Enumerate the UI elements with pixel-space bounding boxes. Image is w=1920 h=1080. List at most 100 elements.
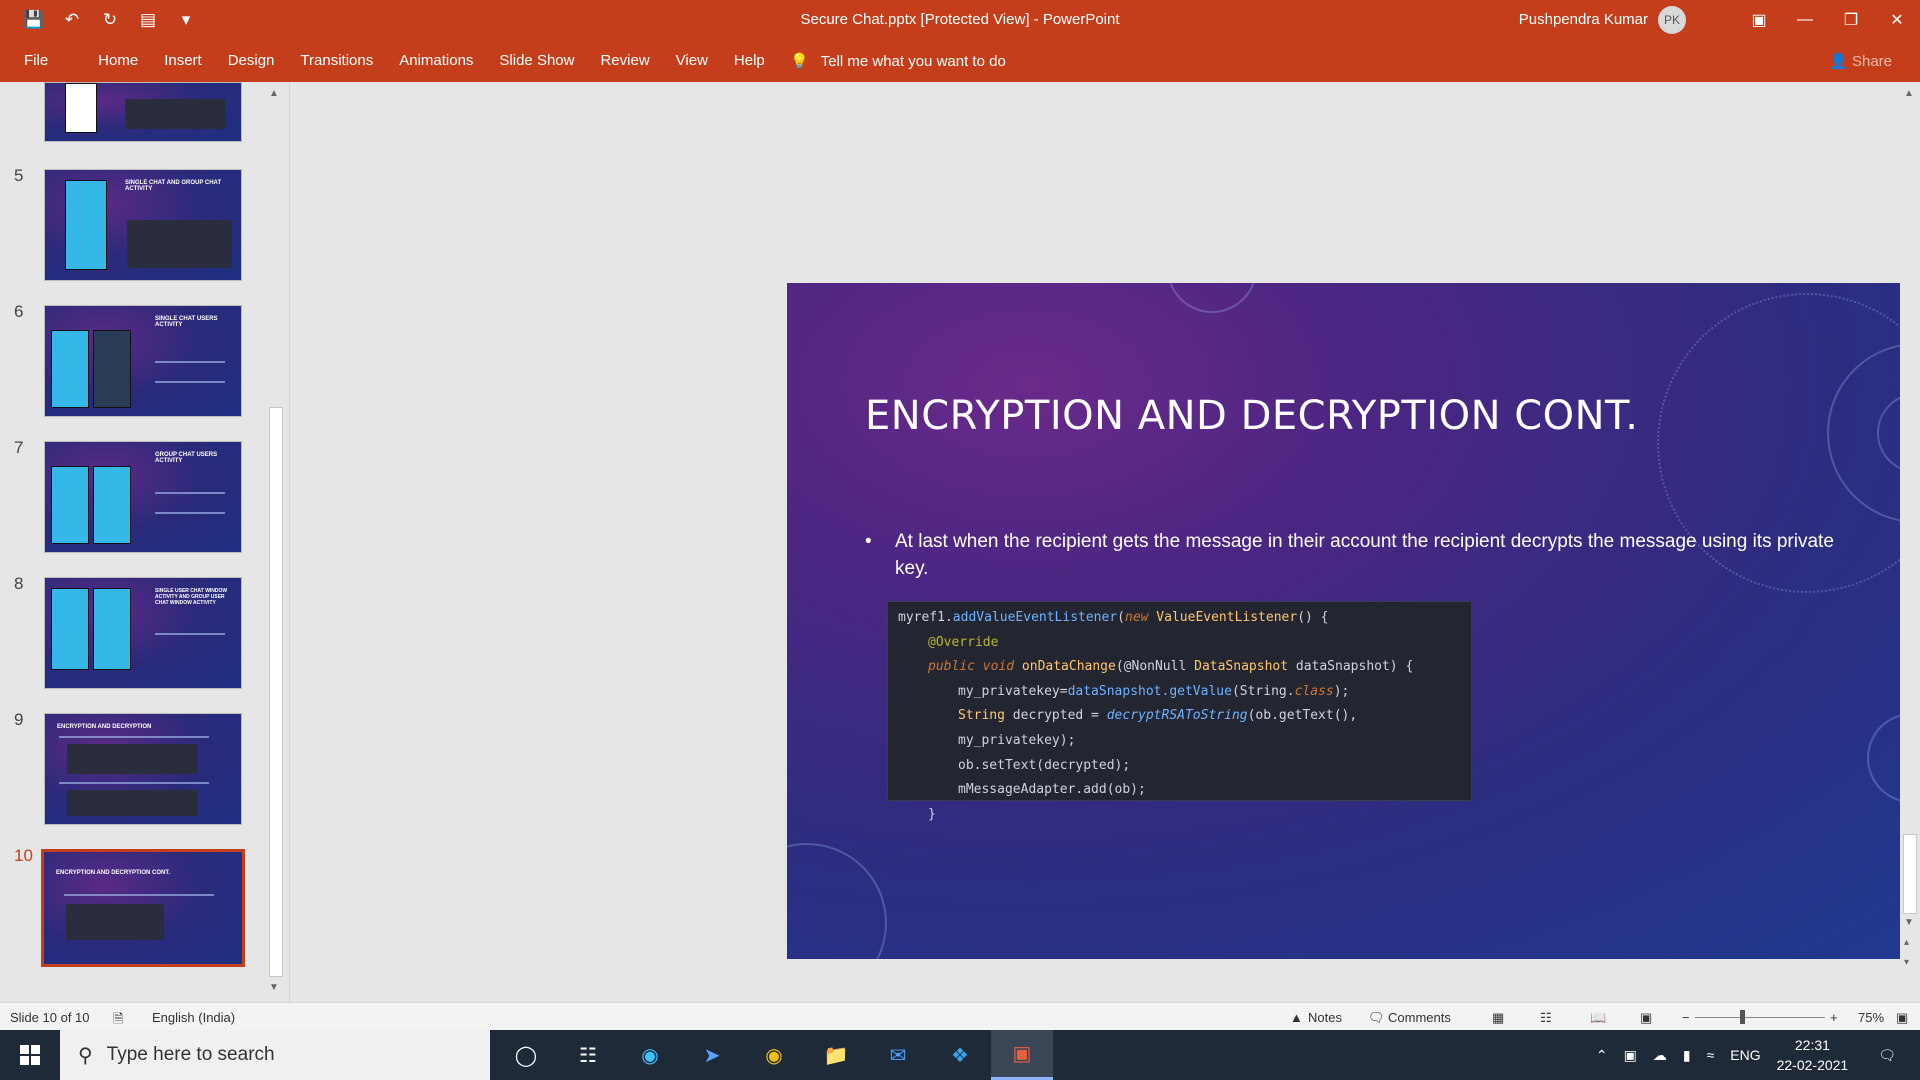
title-bar: 💾 ↶ ↻ ▤ ▾ Secure Chat.pptx [Protected Vi… (0, 0, 1920, 40)
slide-editor: ENCRYPTION AND DECRYPTION CONT. • At las… (291, 82, 1920, 1002)
fit-slide-icon[interactable]: ▣ (1896, 1010, 1908, 1026)
slide-thumbnail-9[interactable]: ENCRYPTION AND DECRYPTION (44, 713, 242, 825)
notes-icon[interactable]: ▲ (1290, 1010, 1303, 1025)
scroll-down-icon[interactable]: ▼ (269, 982, 279, 993)
search-icon: ⚲ (78, 1044, 93, 1067)
slide-bullet[interactable]: • At last when the recipient gets the me… (865, 528, 1865, 582)
chrome-icon[interactable]: ◉ (743, 1030, 805, 1080)
scroll-down-icon[interactable]: ▼ (1904, 917, 1914, 928)
comments-button[interactable]: Comments (1388, 1010, 1451, 1025)
system-tray: ⌃ ▣ ☁ ▮ ≈ ENG 22:31 22-02-2021 🗨 (1596, 1030, 1920, 1080)
ribbon-tabs: File Home Insert Design Transitions Anim… (24, 52, 791, 69)
thumbnail-number: 8 (14, 574, 24, 593)
tab-animations[interactable]: Animations (399, 52, 473, 69)
thumbnail-number: 7 (14, 438, 24, 457)
scroll-up-icon[interactable]: ▲ (269, 88, 279, 99)
bullet-text: At last when the recipient gets the mess… (895, 531, 1834, 579)
user-name[interactable]: Pushpendra Kumar (1519, 11, 1648, 28)
thumbnail-title: SINGLE CHAT USERS ACTIVITY (155, 316, 218, 328)
visual-studio-icon[interactable]: ➤ (681, 1030, 743, 1080)
clock-time: 22:31 (1794, 1037, 1830, 1053)
minimize-button[interactable]: — (1782, 0, 1828, 40)
vscode-icon[interactable]: ❖ (929, 1030, 991, 1080)
thumbnail-number: 9 (14, 710, 24, 729)
thumbnail-title: ENCRYPTION AND DECRYPTION CONT. (56, 870, 171, 876)
zoom-in-icon[interactable]: + (1830, 1010, 1838, 1025)
windows-start-icon[interactable] (0, 1030, 60, 1080)
thumbnail-title: GROUP CHAT USERS ACTIVITY (155, 452, 218, 464)
tab-file[interactable]: File (24, 52, 48, 69)
meet-now-icon[interactable]: ▣ (1624, 1047, 1637, 1064)
tab-help[interactable]: Help (734, 52, 765, 69)
scrollbar-thumb[interactable] (269, 407, 283, 977)
tab-slide-show[interactable]: Slide Show (499, 52, 574, 69)
mail-icon[interactable]: ✉ (867, 1030, 929, 1080)
slide-scrollbar[interactable]: ▲ ▼ ▴ ▾ (1900, 82, 1920, 1002)
zoom-slider-handle[interactable] (1740, 1010, 1745, 1024)
onedrive-icon[interactable]: ☁ (1653, 1047, 1667, 1064)
thumbnail-title: SINGLE CHAT AND GROUP CHAT ACTIVITY (125, 180, 222, 192)
previous-slide-icon[interactable]: ▴ (1904, 937, 1909, 948)
notifications-icon[interactable]: 🗨 (1878, 1047, 1896, 1064)
status-bar: Slide 10 of 10 🗎 English (India) ▲ Notes… (0, 1002, 1920, 1030)
cortana-icon[interactable]: ◯ (495, 1030, 557, 1080)
tell-me-search[interactable]: 💡 Tell me what you want to do (790, 52, 1006, 71)
lightbulb-icon: 💡 (790, 53, 809, 70)
zoom-level[interactable]: 75% (1858, 1010, 1884, 1025)
slide-sorter-icon[interactable]: ☷ (1540, 1010, 1552, 1026)
tab-home[interactable]: Home (98, 52, 138, 69)
normal-view-icon[interactable]: ▦ (1492, 1010, 1504, 1026)
slide-thumbnail-6[interactable]: SINGLE CHAT USERS ACTIVITY (44, 305, 242, 417)
edge-icon[interactable]: ◉ (619, 1030, 681, 1080)
thumbnail-number: 6 (14, 302, 24, 321)
task-view-icon[interactable]: ☷ (557, 1030, 619, 1080)
tell-me-label: Tell me what you want to do (820, 52, 1006, 70)
taskbar-search-input[interactable]: ⚲ Type here to search (60, 1030, 490, 1080)
avatar[interactable]: PK (1658, 6, 1686, 34)
slide-thumbnail-5[interactable]: SINGLE CHAT AND GROUP CHAT ACTIVITY (44, 169, 242, 281)
file-explorer-icon[interactable]: 📁 (805, 1030, 867, 1080)
share-label: Share (1851, 53, 1892, 70)
zoom-slider[interactable] (1695, 1017, 1825, 1018)
battery-icon[interactable]: ▮ (1683, 1047, 1691, 1064)
language-indicator[interactable]: English (India) (152, 1010, 235, 1025)
powerpoint-icon[interactable]: ▣ (991, 1030, 1053, 1080)
thumbnail-number: 10 (14, 846, 33, 865)
ribbon-display-options-icon[interactable]: ▣ (1736, 0, 1782, 40)
tab-design[interactable]: Design (228, 52, 275, 69)
slide-title[interactable]: ENCRYPTION AND DECRYPTION CONT. (865, 393, 1638, 439)
thumbnail-number: 5 (14, 166, 24, 185)
slide-thumbnail-pane: 5 SINGLE CHAT AND GROUP CHAT ACTIVITY 6 … (0, 82, 290, 1002)
clock[interactable]: 22:31 22-02-2021 (1777, 1035, 1849, 1075)
current-slide[interactable]: ENCRYPTION AND DECRYPTION CONT. • At las… (787, 283, 1920, 959)
tab-transitions[interactable]: Transitions (300, 52, 373, 69)
notes-button[interactable]: Notes (1308, 1010, 1342, 1025)
scrollbar-thumb[interactable] (1903, 834, 1917, 914)
next-slide-icon[interactable]: ▾ (1904, 957, 1909, 968)
restore-button[interactable]: ❐ (1828, 0, 1874, 40)
wifi-icon[interactable]: ≈ (1707, 1047, 1715, 1063)
comments-icon[interactable]: 🗨 (1368, 1010, 1385, 1026)
show-hidden-icons-icon[interactable]: ⌃ (1596, 1047, 1608, 1064)
slideshow-view-icon[interactable]: ▣ (1640, 1010, 1652, 1026)
close-button[interactable]: ✕ (1874, 0, 1920, 40)
code-screenshot: myref1.addValueEventListener(new ValueEv… (887, 601, 1472, 822)
input-language[interactable]: ENG (1730, 1047, 1760, 1063)
tab-insert[interactable]: Insert (164, 52, 202, 69)
reading-view-icon[interactable]: 📖 (1590, 1010, 1606, 1026)
share-button[interactable]: 👤 Share (1829, 52, 1892, 70)
thumbnail-scrollbar[interactable]: ▲ ▼ (266, 82, 286, 1002)
search-placeholder: Type here to search (106, 1044, 275, 1065)
thumbnail-title: ENCRYPTION AND DECRYPTION (57, 724, 152, 730)
scroll-up-icon[interactable]: ▲ (1904, 88, 1914, 99)
tab-view[interactable]: View (676, 52, 708, 69)
tab-review[interactable]: Review (600, 52, 649, 69)
spell-check-icon[interactable]: 🗎 (113, 1010, 123, 1032)
bullet-icon: • (865, 531, 872, 552)
zoom-out-icon[interactable]: − (1682, 1010, 1690, 1025)
slide-thumbnail-7[interactable]: GROUP CHAT USERS ACTIVITY (44, 441, 242, 553)
slide-thumbnail-4[interactable] (44, 82, 242, 142)
slide-thumbnail-10[interactable]: ENCRYPTION AND DECRYPTION CONT. (41, 849, 245, 967)
windows-taskbar: ⚲ Type here to search ◯ ☷ ◉ ➤ ◉ 📁 ✉ ❖ ▣ … (0, 1030, 1920, 1080)
slide-thumbnail-8[interactable]: SINGLE USER CHAT WINDOW ACTIVITY AND GRO… (44, 577, 242, 689)
